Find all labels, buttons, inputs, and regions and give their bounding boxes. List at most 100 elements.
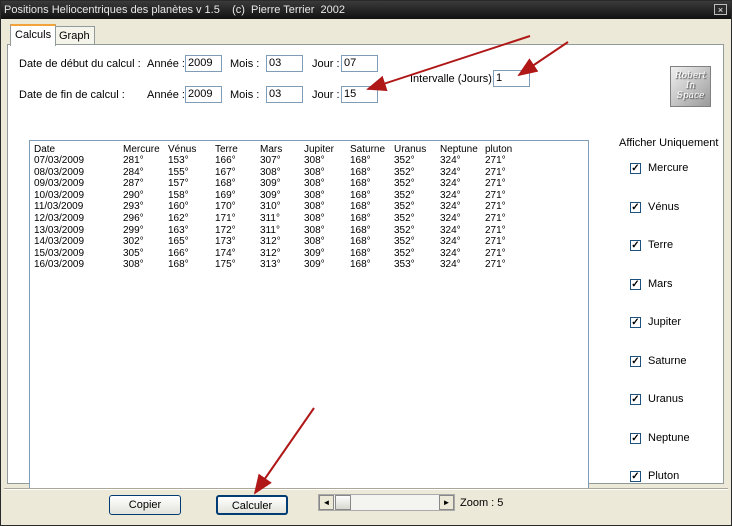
row-value-cell: 311° — [260, 224, 280, 236]
tab-graph[interactable]: Graph — [54, 26, 95, 44]
column-header: pluton — [485, 144, 513, 155]
row-value-cell: 308° — [304, 213, 325, 224]
row-value-cell: 307° — [260, 155, 281, 166]
planet-checkbox-label[interactable]: Jupiter — [648, 316, 681, 328]
row-value-cell: 324° — [440, 201, 461, 213]
row-value-cell: 352° — [394, 247, 415, 259]
zoom-scrollbar[interactable]: ◄ ► — [318, 494, 455, 511]
planet-checkbox-label[interactable]: Vénus — [648, 201, 679, 213]
row-value-cell: 166° — [215, 155, 236, 166]
end-year-input[interactable]: 2009 — [185, 86, 222, 103]
column-header: Vénus — [168, 144, 197, 155]
row-value-cell: 305° — [123, 247, 144, 259]
row-value-cell: 284° — [123, 166, 144, 178]
row-value-cell: 302° — [123, 236, 144, 248]
start-year-label: Année : — [147, 58, 185, 70]
column-header: Uranus — [394, 144, 427, 155]
calculs-panel: Date de début du calcul : Année : 2009 M… — [7, 44, 724, 490]
row-value-cell: 309° — [260, 189, 281, 201]
row-value-cell: 308° — [304, 178, 325, 190]
row-value-cell: 168° — [350, 259, 371, 271]
row-value-cell: 309° — [260, 178, 281, 190]
row-value-cell: 168° — [350, 247, 371, 259]
row-value-cell: 168° — [215, 178, 236, 190]
row-value-cell: 168° — [350, 155, 371, 166]
planet-checkbox[interactable]: ✓ — [630, 240, 641, 251]
planet-checkbox[interactable]: ✓ — [630, 163, 641, 174]
end-day-input[interactable]: 15 — [341, 86, 378, 103]
results-list[interactable]: Date Mercure Vénus Terre Mars Jupiter Saturne U… — [29, 140, 589, 490]
row-value-cell: 324° — [440, 224, 461, 236]
interval-input[interactable]: 1 — [493, 70, 530, 87]
row-value-cell: 353° — [394, 259, 415, 271]
row-value-cell: 309° — [304, 259, 325, 271]
row-value-cell: 352° — [394, 213, 415, 224]
row-date-cell: 10/03/2009 — [34, 189, 85, 201]
row-value-cell: 271° — [485, 224, 506, 236]
row-value-cell: 287° — [123, 178, 144, 190]
planet-checkbox[interactable]: ✓ — [630, 355, 641, 367]
row-value-cell: 175° — [215, 259, 236, 271]
column-header: Terre — [215, 144, 238, 155]
row-value-cell: 324° — [440, 189, 461, 201]
planet-checkbox-label[interactable]: Pluton — [648, 470, 679, 482]
planet-checkbox[interactable]: ✓ — [630, 317, 641, 328]
row-value-cell: 271° — [485, 201, 506, 213]
copy-button[interactable]: Copier — [109, 495, 181, 515]
row-value-cell: 352° — [394, 236, 415, 248]
row-value-cell: 155° — [168, 166, 189, 178]
row-value-cell: 352° — [394, 189, 415, 201]
row-value-cell: 165° — [168, 236, 189, 248]
logo-text-line: Robert — [674, 71, 707, 81]
row-value-cell: 166° — [168, 247, 189, 259]
tab-calculs[interactable]: Calculs — [10, 24, 57, 46]
row-date-cell: 16/03/2009 — [34, 259, 85, 271]
planet-checkbox-label[interactable]: Saturne — [648, 355, 687, 367]
end-month-label: Mois : — [230, 89, 260, 101]
row-value-cell: 158° — [168, 189, 189, 201]
row-date-cell: 08/03/2009 — [34, 166, 85, 178]
planet-checkbox[interactable]: ✓ — [630, 394, 641, 405]
row-value-cell: 313° — [260, 259, 281, 271]
window-title: Positions Heliocentriques des planètes v… — [4, 4, 345, 16]
row-value-cell: 271° — [485, 189, 506, 201]
bottom-separator — [4, 488, 728, 490]
row-value-cell: 308° — [304, 201, 325, 213]
column-header: Mercure — [123, 144, 160, 155]
scroll-left-icon[interactable]: ◄ — [319, 495, 334, 510]
planet-checkbox[interactable]: ✓ — [630, 278, 641, 290]
row-value-cell: 308° — [260, 166, 281, 178]
zoom-thumb[interactable] — [335, 495, 351, 510]
row-value-cell: 324° — [440, 155, 461, 166]
planet-checkbox-label[interactable]: Uranus — [648, 393, 683, 405]
row-value-cell: 172° — [215, 224, 236, 236]
planet-checkbox-label[interactable]: Terre — [648, 239, 673, 251]
planet-checkbox[interactable]: ✓ — [630, 201, 641, 213]
row-value-cell: 308° — [304, 155, 325, 166]
row-value-cell: 309° — [304, 247, 325, 259]
scroll-right-icon[interactable]: ► — [439, 495, 454, 510]
start-day-input[interactable]: 07 — [341, 55, 378, 72]
row-date-cell: 15/03/2009 — [34, 247, 85, 259]
row-value-cell: 174° — [215, 247, 236, 259]
row-value-cell: 168° — [350, 213, 371, 224]
row-date-cell: 07/03/2009 — [34, 155, 85, 166]
start-month-input[interactable]: 03 — [266, 55, 303, 72]
row-value-cell: 271° — [485, 166, 506, 178]
start-year-input[interactable]: 2009 — [185, 55, 222, 72]
logo-text-line: In — [685, 81, 696, 91]
row-value-cell: 308° — [304, 166, 325, 178]
close-icon[interactable]: × — [714, 4, 727, 15]
calculate-button[interactable]: Calculer — [216, 495, 288, 515]
planet-checkbox-label[interactable]: Mars — [648, 278, 672, 290]
planet-checkbox[interactable]: ✓ — [630, 471, 641, 482]
end-month-input[interactable]: 03 — [266, 86, 303, 103]
planet-checkbox-label[interactable]: Mercure — [648, 162, 688, 174]
row-value-cell: 168° — [350, 189, 371, 201]
column-header: Date — [34, 144, 56, 155]
planet-checkbox[interactable]: ✓ — [630, 432, 641, 444]
title-bar[interactable]: Positions Heliocentriques des planètes v… — [1, 1, 731, 19]
planet-checkbox-label[interactable]: Neptune — [648, 432, 690, 444]
row-date-cell: 09/03/2009 — [34, 178, 85, 190]
row-value-cell: 271° — [485, 178, 506, 190]
